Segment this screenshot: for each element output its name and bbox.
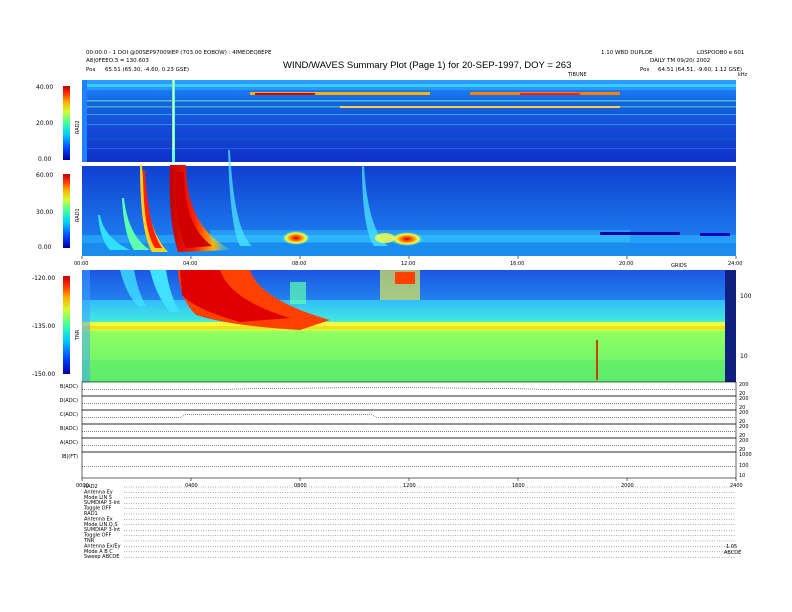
rad1-xaxis: 00:00 04:00 08:00 12:00 16:00 20:00 24:00: [74, 256, 742, 267]
header-right-line2: LDSPOOB0 e 601: [697, 50, 744, 56]
plot-title: WIND/WAVES Summary Plot (Page 1) for 20-…: [283, 60, 571, 71]
rad1-ytick-top: 60.00: [36, 172, 53, 179]
hk-row-frame: [81, 437, 737, 453]
tnr-ytick-mid: -135.00: [32, 323, 55, 330]
hk-xtick-label: 2000: [621, 483, 634, 489]
header-right-line1: 1.10 WBD DUPLOE: [601, 50, 653, 56]
hk-row-frame: [81, 409, 737, 425]
tnr-colorbar: [63, 276, 70, 374]
hk-row-right-tick: 200: [739, 410, 749, 416]
hk-row-trace: [82, 387, 736, 390]
header-left-line1: 00:00:0 - 1 DOI @00SEP97009IEP (703.00 E…: [86, 50, 272, 56]
hk-row-label: D(ADC): [59, 398, 78, 404]
rad2-ytick-top: 40.00: [36, 84, 53, 91]
rad2-ytick-bottom: 0.00: [38, 156, 52, 163]
housekeeping-panels: B(ADC) 20020D(ADC) 20020C(ADC) 20020B(ADC) 2…: [59, 381, 752, 489]
header-right-pos-value: 64.51 (64.51, -9.60, 1.12 GSE): [658, 67, 742, 73]
rad2-ylabel: RAD2: [75, 120, 81, 134]
hk-row-right-tick: 200: [739, 424, 749, 430]
hk-row-right-tick: 200: [739, 396, 749, 402]
footer-right-end-2: ABCDE: [724, 550, 741, 556]
rad1-xtick-label: 08:00: [292, 261, 306, 267]
hk-row-right-tick: 100: [739, 463, 749, 469]
tnr-right-tick-10: 10: [740, 353, 748, 360]
rad1-xtick-label: 12:00: [401, 261, 415, 267]
hk-row-right-tick: 200: [739, 382, 749, 388]
hk-xtick-label: 0800: [294, 483, 307, 489]
hk-row-frame: [81, 381, 737, 397]
tnr-panel: -120.00 -135.00 -150.00 TNR GRIDS 100 10: [32, 263, 752, 382]
rad1-xtick-label: 16:00: [510, 261, 524, 267]
hk-row-label: IB|(FT): [62, 454, 78, 460]
rad1-xtick-label: 24:00: [728, 261, 742, 267]
footer-line: Sweep ABCDE: [84, 554, 119, 560]
rad1-ytick-bottom: 0.00: [38, 244, 52, 251]
rad1-xtick-label: 00:00: [74, 261, 88, 267]
top-axis-unit: kHz: [738, 72, 748, 78]
hk-row-right-tick: 1000: [739, 452, 752, 458]
footer-info: RAD2Antenna EyMode LIN SSUMDIAP 3-IntTog…: [83, 484, 736, 560]
top-axis-label: TIBUNE: [567, 72, 587, 78]
hk-row-frame: [81, 451, 737, 479]
tnr-ytick-bottom: -150.00: [32, 371, 55, 378]
header-left-line2: A8|0FEEO.3 = 130.603: [86, 58, 149, 64]
hk-xtick-label: 1200: [403, 483, 416, 489]
rad2-ytick-mid: 20.00: [36, 120, 53, 127]
tnr-right-tick-100: 100: [740, 293, 752, 300]
hk-row-right-tick: 200: [739, 438, 749, 444]
header-right-pos-label: Pos: [640, 67, 649, 73]
rad1-xtick-label: 04:00: [183, 261, 197, 267]
header-left-pos-label: Pos: [86, 67, 95, 73]
rad1-colorbar: [63, 174, 70, 248]
rad1-ylabel: RAD1: [75, 208, 81, 222]
rad1-xtick-label: 20:00: [619, 261, 633, 267]
header-left-pos-value: 65.51 (65.30, -4.60, 0.23 GSE): [105, 67, 189, 73]
hk-row-frame: [81, 423, 737, 439]
hk-xtick-label: 1600: [512, 483, 525, 489]
hk-row-trace: [82, 414, 736, 418]
rad1-panel: 60.00 30.00 0.00 RAD1 00:00 04:00 08:00 12:…: [36, 150, 742, 267]
hk-xtick-label: 0400: [185, 483, 198, 489]
hk-row-right-tick: 10: [739, 473, 745, 479]
rad1-ytick-mid: 30.00: [36, 209, 53, 216]
tnr-features: [82, 270, 736, 382]
tnr-xlabel-right: GRIDS: [671, 263, 687, 269]
hk-row-label: B(ADC): [60, 426, 78, 432]
tnr-ytick-top: -120.00: [32, 275, 55, 282]
hk-row-label: B(ADC): [60, 384, 78, 390]
hk-row-label: A(ADC): [60, 440, 78, 446]
rad2-panel: 40.00 20.00 0.00 RAD2: [36, 80, 736, 163]
header-right-line3: DAILY TM 09/20/ 2002: [650, 58, 710, 64]
hk-row-frame: [81, 395, 737, 411]
hk-row-label: C(ADC): [60, 412, 78, 418]
summary-plot: WIND/WAVES Summary Plot (Page 1) for 20-…: [32, 50, 752, 560]
hk-xtick-label: 2400: [730, 483, 743, 489]
tnr-ylabel: TNR: [75, 329, 81, 341]
rad2-colorbar: [63, 86, 70, 160]
